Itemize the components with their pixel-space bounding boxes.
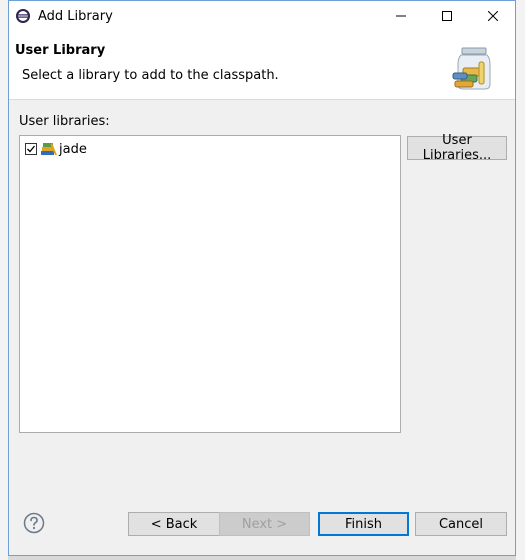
title-bar[interactable]: Add Library bbox=[9, 1, 515, 31]
background-editor-right bbox=[516, 0, 525, 560]
add-library-dialog: Add Library User Library Select a librar… bbox=[8, 0, 516, 556]
cancel-button[interactable]: Cancel bbox=[415, 512, 507, 536]
checkmark-icon bbox=[27, 145, 36, 153]
library-jar-icon bbox=[452, 47, 491, 90]
close-button[interactable] bbox=[470, 1, 516, 31]
maximize-button[interactable] bbox=[424, 1, 470, 31]
window-title: Add Library bbox=[38, 9, 113, 24]
eclipse-icon bbox=[16, 9, 30, 23]
next-button[interactable]: Next > bbox=[219, 512, 310, 536]
minimize-button[interactable] bbox=[378, 1, 424, 31]
library-name: jade bbox=[59, 141, 87, 157]
user-libraries-label: User libraries: bbox=[19, 114, 110, 129]
user-libraries-list[interactable]: jade bbox=[19, 135, 401, 433]
user-libraries-button[interactable]: User Libraries... bbox=[407, 133, 507, 163]
background-editor-left bbox=[0, 0, 8, 560]
maximize-icon bbox=[442, 11, 452, 21]
finish-button[interactable]: Finish bbox=[318, 512, 409, 536]
library-checkbox[interactable] bbox=[25, 143, 37, 155]
minimize-icon bbox=[396, 15, 406, 17]
library-icon bbox=[41, 143, 57, 155]
wizard-header: User Library Select a library to add to … bbox=[9, 31, 515, 100]
help-icon[interactable] bbox=[23, 512, 45, 534]
wizard-page-title: User Library bbox=[15, 43, 106, 58]
list-item[interactable]: jade bbox=[25, 141, 87, 157]
wizard-page-description: Select a library to add to the classpath… bbox=[22, 68, 279, 83]
back-button[interactable]: < Back bbox=[128, 512, 220, 536]
close-icon bbox=[488, 11, 498, 21]
